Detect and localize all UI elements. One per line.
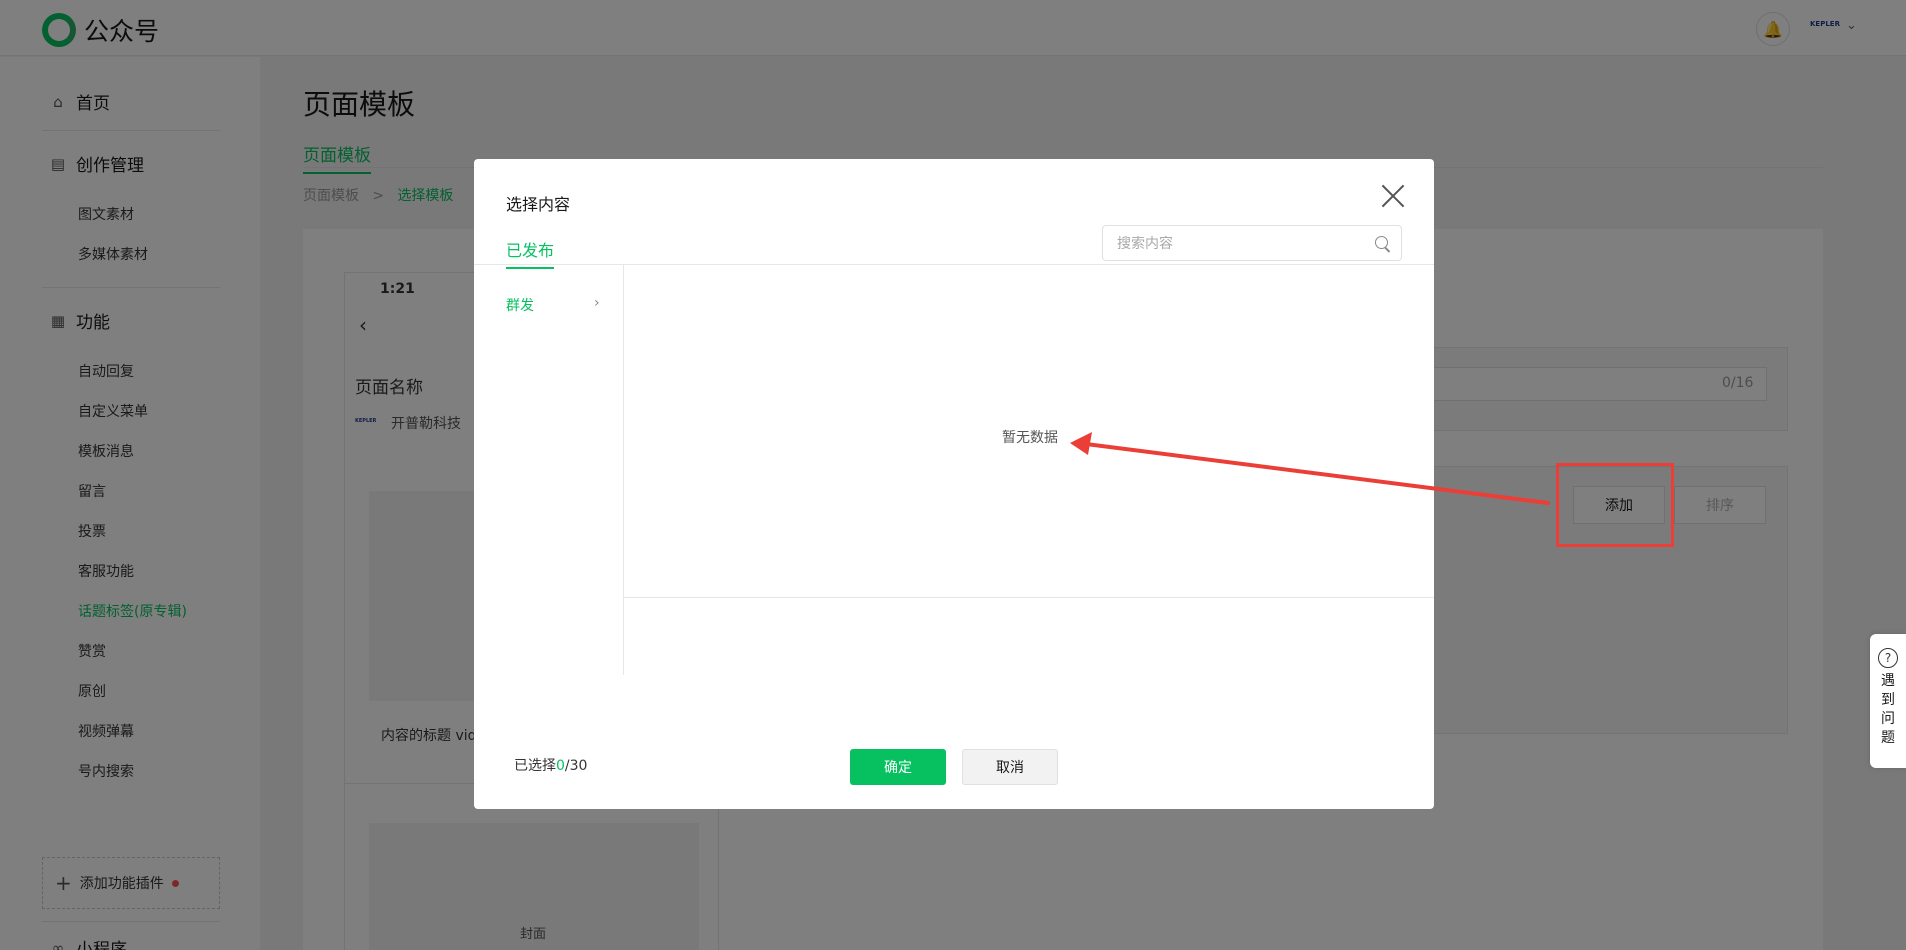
help-label: 遇到问题 <box>1881 673 1895 746</box>
divider <box>624 597 1434 598</box>
question-icon: ? <box>1878 648 1898 668</box>
selected-count: 已选择0/30 <box>514 755 587 775</box>
search-box[interactable] <box>1102 225 1402 261</box>
category-list: 群发 › <box>474 265 624 675</box>
selected-total: /30 <box>564 758 588 774</box>
search-input[interactable] <box>1117 226 1357 260</box>
category-item-mass-send[interactable]: 群发 <box>506 295 606 315</box>
select-content-dialog: 选择内容 已发布 群发 › 暂无数据 已选择0/30 确定 取消 <box>474 159 1434 809</box>
search-icon[interactable] <box>1375 236 1388 249</box>
close-icon[interactable] <box>1380 183 1406 209</box>
help-float-button[interactable]: ? 遇到问题 <box>1870 634 1906 768</box>
selected-prefix: 已选择 <box>514 758 556 774</box>
chevron-right-icon[interactable]: › <box>594 295 600 311</box>
empty-state-text: 暂无数据 <box>1002 430 1058 446</box>
confirm-button[interactable]: 确定 <box>850 749 946 785</box>
cancel-button[interactable]: 取消 <box>962 749 1058 785</box>
selected-number: 0 <box>556 758 565 774</box>
dialog-title: 选择内容 <box>506 195 571 214</box>
annotation-highlight-box <box>1556 463 1674 547</box>
